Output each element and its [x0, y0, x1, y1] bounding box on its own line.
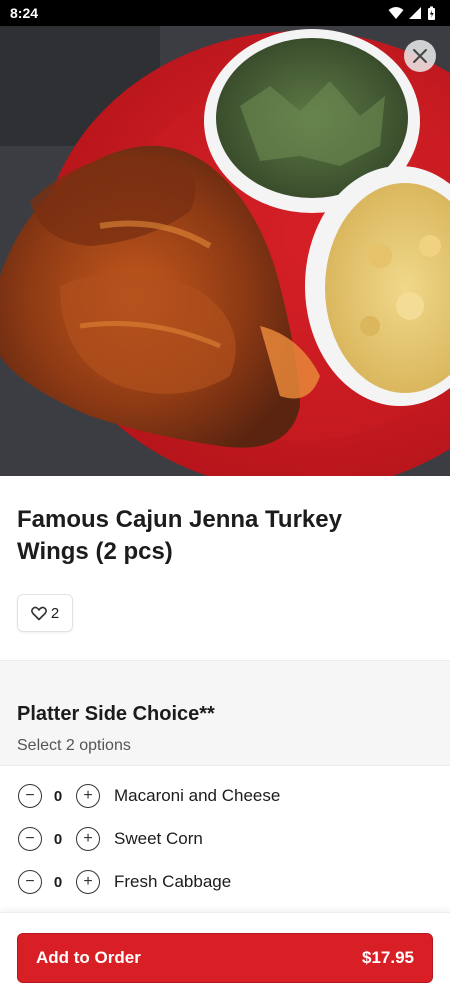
section-title: Platter Side Choice**: [17, 703, 215, 725]
food-photo: [0, 26, 450, 476]
option-quantity: 0: [53, 830, 63, 848]
like-count: 2: [50, 604, 60, 622]
like-button[interactable]: 2: [17, 594, 73, 632]
option-label: Fresh Cabbage: [114, 872, 232, 891]
decrement-button[interactable]: −: [18, 827, 42, 851]
add-to-order-button[interactable]: Add to Order $17.95: [17, 933, 433, 983]
decrement-button[interactable]: −: [18, 870, 42, 894]
decrement-button[interactable]: −: [18, 784, 42, 808]
option-quantity: 0: [53, 873, 63, 891]
section-subtitle: Select 2 options: [17, 737, 131, 754]
food-image: [0, 26, 450, 476]
section-header: Platter Side Choice** Select 2 options: [0, 660, 450, 766]
status-bar: 8:24: [0, 0, 450, 26]
battery-icon: [428, 6, 435, 20]
item-title: Famous Cajun Jenna Turkey Wings (2 pcs): [17, 506, 342, 565]
option-row: − 0 + Macaroni and Cheese: [0, 776, 450, 816]
option-row: − 0 + Sweet Corn: [0, 819, 450, 859]
close-icon: [413, 49, 427, 63]
option-quantity: 0: [53, 787, 63, 805]
status-icons: [388, 6, 436, 21]
increment-button[interactable]: +: [76, 827, 100, 851]
signal-icon: [409, 7, 421, 19]
bottom-bar: Add to Order $17.95: [0, 912, 450, 1001]
option-label: Macaroni and Cheese: [114, 786, 281, 805]
increment-button[interactable]: +: [76, 870, 100, 894]
option-label: Sweet Corn: [114, 829, 203, 848]
add-to-order-label: Add to Order: [36, 948, 141, 967]
option-row: − 0 + Fresh Cabbage: [0, 862, 450, 902]
increment-button[interactable]: +: [76, 784, 100, 808]
order-price: $17.95: [362, 948, 414, 967]
status-time: 8:24: [10, 5, 39, 21]
heart-icon: [30, 606, 47, 620]
close-button[interactable]: [404, 40, 436, 72]
wifi-icon: [388, 7, 404, 19]
